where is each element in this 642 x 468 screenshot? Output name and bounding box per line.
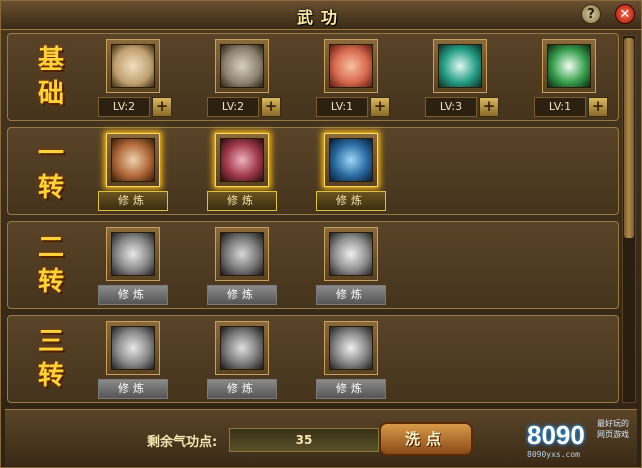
skill-slot: 修炼 <box>98 227 172 307</box>
train-button[interactable]: 修炼 <box>316 379 386 399</box>
skill-icon-image <box>220 44 264 88</box>
praying-hands-icon[interactable] <box>215 321 269 375</box>
level-up-button[interactable]: + <box>588 97 608 117</box>
help-button[interactable]: ? <box>581 4 601 24</box>
crossed-blades-icon[interactable] <box>324 321 378 375</box>
skill-icon-image <box>220 326 264 370</box>
section-label: 三 转 <box>16 320 86 398</box>
skill-slot: 修炼 <box>316 321 390 401</box>
section-label-char: 础 <box>37 79 64 109</box>
logo-tagline: 最好玩的网页游戏 <box>597 419 629 439</box>
whirlwind-icon[interactable] <box>106 227 160 281</box>
scroll-icon[interactable] <box>106 39 160 93</box>
running-figure-icon[interactable] <box>215 227 269 281</box>
skill-icon-image <box>111 44 155 88</box>
skill-icon-image <box>329 138 373 182</box>
skill-icon-image <box>547 44 591 88</box>
section-first-transfer: 一 转 修炼 修炼 修炼 <box>7 127 619 215</box>
skill-level: LV:2 <box>207 97 259 117</box>
skills-window: 武功 ? ✕ 基 础 LV:2 + LV:2 + LV:1 + LV:3 + L… <box>0 0 642 468</box>
scroll-thumb[interactable] <box>624 38 634 238</box>
skill-icon-image <box>329 44 373 88</box>
section-label-char: 一 <box>37 139 64 169</box>
title-bar: 武功 ? ✕ <box>1 1 641 30</box>
train-button[interactable]: 修炼 <box>98 191 168 211</box>
section-label-char: 转 <box>37 173 64 203</box>
spin-slash-icon[interactable] <box>324 227 378 281</box>
scrollbar[interactable] <box>622 35 636 403</box>
skill-icon-image <box>329 326 373 370</box>
skill-slot: 修炼 <box>98 133 172 213</box>
skill-icon-image <box>111 138 155 182</box>
warrior-portrait-icon[interactable] <box>324 39 378 93</box>
train-button[interactable]: 修炼 <box>316 285 386 305</box>
skill-level: LV:1 <box>316 97 368 117</box>
train-button[interactable]: 修炼 <box>316 191 386 211</box>
skill-icon-image <box>329 232 373 276</box>
close-button[interactable]: ✕ <box>615 4 635 24</box>
level-up-button[interactable]: + <box>479 97 499 117</box>
remaining-points-label: 剩余气功点: <box>147 435 218 450</box>
section-label: 二 转 <box>16 226 86 304</box>
skill-slot: LV:3 + <box>425 39 499 119</box>
skill-icon-image <box>438 44 482 88</box>
skill-slot: 修炼 <box>207 321 281 401</box>
blade-slash-icon[interactable] <box>215 133 269 187</box>
skill-level: LV:3 <box>425 97 477 117</box>
section-second-transfer: 二 转 修炼 修炼 修炼 <box>7 221 619 309</box>
remaining-points-value: 35 <box>229 428 379 452</box>
train-button[interactable]: 修炼 <box>98 285 168 305</box>
reset-points-button[interactable]: 洗点 <box>379 422 473 456</box>
section-label-char: 转 <box>37 361 64 391</box>
skill-list: 基 础 LV:2 + LV:2 + LV:1 + LV:3 + LV:1 + 一… <box>5 33 619 403</box>
skill-slot: 修炼 <box>316 133 390 213</box>
level-up-button[interactable]: + <box>261 97 281 117</box>
train-button[interactable]: 修炼 <box>207 285 277 305</box>
section-label-char: 转 <box>37 267 64 297</box>
skill-icon-image <box>220 138 264 182</box>
logo-url: 8090yxs.com <box>527 450 580 459</box>
fist-strike-icon[interactable] <box>324 133 378 187</box>
skill-slot: LV:2 + <box>98 39 172 119</box>
skill-slot: 修炼 <box>98 321 172 401</box>
section-label-char: 基 <box>37 45 64 75</box>
section-basic: 基 础 LV:2 + LV:2 + LV:1 + LV:3 + LV:1 + <box>7 33 619 121</box>
window-title: 武功 <box>296 8 345 27</box>
crossbow-icon[interactable] <box>106 133 160 187</box>
level-up-button[interactable]: + <box>152 97 172 117</box>
pouch-icon[interactable] <box>215 39 269 93</box>
skill-icon-image <box>111 232 155 276</box>
skill-slot: 修炼 <box>316 227 390 307</box>
section-label-char: 三 <box>37 327 64 357</box>
potion-bottle-icon[interactable] <box>433 39 487 93</box>
site-logo: 8090 最好玩的网页游戏 8090yxs.com <box>523 416 635 462</box>
skill-slot: 修炼 <box>207 133 281 213</box>
section-label: 基 础 <box>16 38 86 116</box>
skill-icon-image <box>111 326 155 370</box>
train-button[interactable]: 修炼 <box>98 379 168 399</box>
train-button[interactable]: 修炼 <box>207 379 277 399</box>
footer-bar: 剩余气功点: 35 洗点 8090 最好玩的网页游戏 8090yxs.com <box>5 409 637 466</box>
skill-level: LV:2 <box>98 97 150 117</box>
skill-icon-image <box>220 232 264 276</box>
section-label: 一 转 <box>16 132 86 210</box>
section-label-char: 二 <box>37 233 64 263</box>
skill-level: LV:1 <box>534 97 586 117</box>
level-up-button[interactable]: + <box>370 97 390 117</box>
train-button[interactable]: 修炼 <box>207 191 277 211</box>
skill-slot: LV:2 + <box>207 39 281 119</box>
claw-burst-icon[interactable] <box>106 321 160 375</box>
section-third-transfer: 三 转 修炼 修炼 修炼 <box>7 315 619 403</box>
logo-text: 8090 <box>527 420 585 450</box>
green-aura-icon[interactable] <box>542 39 596 93</box>
skill-slot: LV:1 + <box>316 39 390 119</box>
skill-slot: 修炼 <box>207 227 281 307</box>
skill-slot: LV:1 + <box>534 39 608 119</box>
